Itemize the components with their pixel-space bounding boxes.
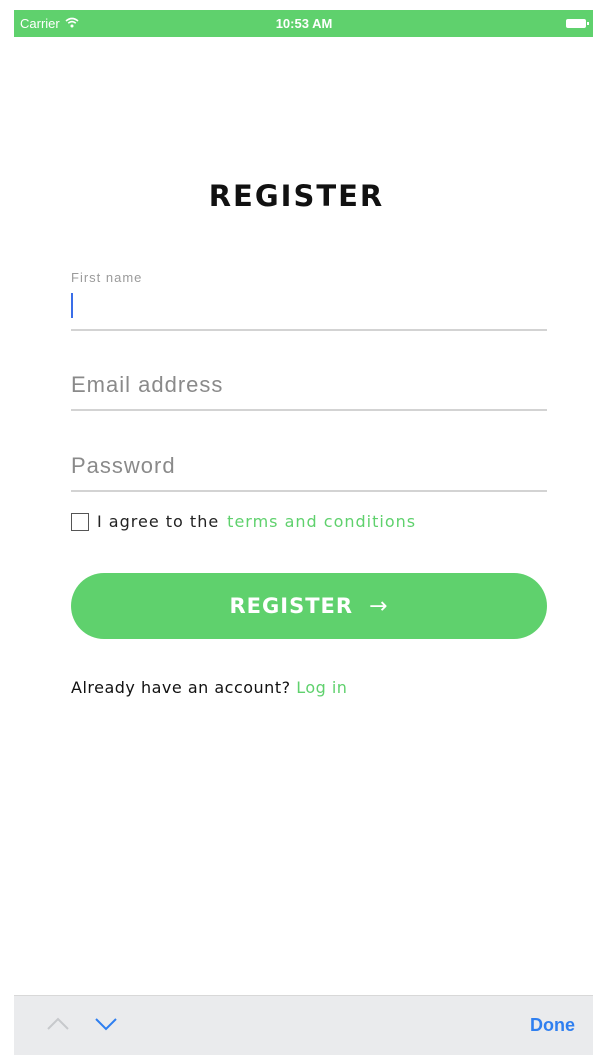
password-field[interactable] [71, 448, 547, 484]
status-time: 10:53 AM [275, 16, 333, 31]
done-button[interactable]: Done [530, 1015, 575, 1036]
first-name-field[interactable]: First name [71, 265, 547, 331]
terms-link[interactable]: terms and conditions [227, 512, 416, 531]
email-field[interactable] [71, 367, 547, 403]
register-button-label: REGISTER [229, 594, 354, 618]
login-prompt-row: Already have an account? Log in [71, 678, 347, 697]
login-link[interactable]: Log in [296, 678, 347, 697]
page-title: REGISTER [208, 179, 385, 214]
email-field-container [71, 365, 547, 411]
first-name-label: First name [71, 270, 143, 285]
register-button[interactable]: REGISTER → [71, 573, 547, 639]
status-bar: Carrier 10:53 AM [14, 10, 593, 37]
text-cursor [71, 293, 73, 318]
battery-icon [566, 19, 589, 28]
chevron-down-icon[interactable] [94, 1014, 118, 1034]
arrow-right-icon: → [369, 593, 389, 619]
terms-prefix-text: I agree to the [97, 512, 220, 531]
keyboard-toolbar: Done [14, 995, 593, 1055]
chevron-up-icon[interactable] [46, 1014, 70, 1034]
terms-checkbox[interactable] [71, 512, 89, 531]
terms-agreement-row: I agree to the terms and conditions [71, 512, 416, 531]
password-field-container [71, 446, 547, 492]
login-prompt-text: Already have an account? [71, 678, 291, 697]
